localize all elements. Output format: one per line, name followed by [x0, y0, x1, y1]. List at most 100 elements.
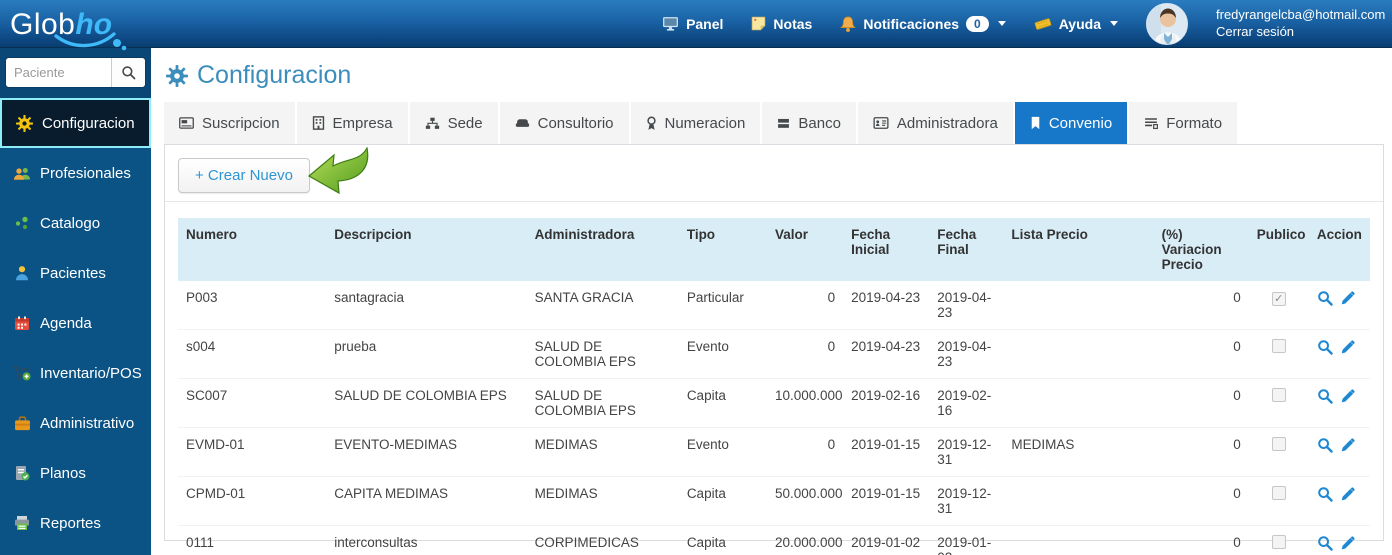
cell-valor: 0 — [766, 427, 844, 477]
publico-checkbox[interactable]: ✓ — [1271, 292, 1286, 306]
sidebar-item-pacientes[interactable]: Pacientes — [0, 248, 151, 298]
cell-valor: 10.000.000 — [766, 378, 844, 428]
sidebar-item-label: Agenda — [40, 314, 92, 332]
sidebar-item-administrativo[interactable]: Administrativo — [0, 398, 151, 448]
cell-fecha-inicial: 2019-01-02 — [843, 525, 930, 555]
tab-formato[interactable]: Formato — [1129, 102, 1238, 144]
monitor-icon — [662, 16, 679, 31]
nav-ayuda-label: Ayuda — [1058, 15, 1101, 32]
view-button[interactable] — [1317, 290, 1333, 306]
table-header-row: Numero Descripcion Administradora Tipo Valor… — [178, 218, 1370, 281]
cell-administradora: SANTA GRACIA — [526, 281, 679, 330]
table-row: CPMD-01 CAPITA MEDIMAS MEDIMAS Capita 50.000… — [178, 476, 1370, 526]
cell-lista-precio: MEDIMAS — [1003, 427, 1154, 477]
cell-fecha-inicial: 2019-04-23 — [843, 329, 930, 379]
column-header-accion: Accion — [1308, 218, 1370, 281]
publico-checkbox[interactable] — [1271, 339, 1286, 353]
tab-label: Formato — [1166, 114, 1223, 132]
cell-lista-precio — [1003, 378, 1154, 428]
sidebar-item-profesionales[interactable]: Profesionales — [0, 148, 151, 198]
cell-valor: 50.000.000 — [766, 476, 844, 526]
patient-icon — [13, 265, 31, 281]
cell-fecha-final: 2019-12-31 — [929, 427, 1004, 477]
tab-consultorio[interactable]: Consultorio — [499, 102, 629, 144]
nav-panel[interactable]: Panel — [662, 16, 723, 32]
sidebar-item-planos[interactable]: Planos — [0, 448, 151, 498]
tab-administradora[interactable]: Administradora — [857, 102, 1013, 144]
publico-checkbox[interactable] — [1271, 437, 1286, 451]
tab-numeracion[interactable]: Numeracion — [630, 102, 761, 144]
publico-checkbox[interactable] — [1271, 388, 1286, 402]
nav-ayuda[interactable]: Ayuda — [1034, 16, 1118, 32]
cell-administradora: MEDIMAS — [526, 476, 679, 526]
briefcase-icon — [13, 415, 31, 431]
cell-lista-precio — [1003, 329, 1154, 379]
patient-search-input[interactable] — [6, 58, 111, 87]
edit-button[interactable] — [1340, 339, 1355, 355]
cell-valor: 0 — [766, 329, 844, 379]
sidebar-item-configuracion[interactable]: Configuracion — [0, 98, 151, 148]
view-button[interactable] — [1317, 339, 1333, 355]
sidebar-item-label: Profesionales — [40, 164, 131, 182]
view-button[interactable] — [1317, 388, 1333, 404]
column-header-administradora: Administradora — [526, 218, 679, 281]
column-header-publico: Publico — [1248, 218, 1309, 281]
tab-banco[interactable]: Banco — [762, 102, 856, 144]
cell-numero: 0111 — [178, 525, 327, 555]
user-avatar[interactable] — [1146, 2, 1188, 45]
cell-accion — [1308, 427, 1370, 477]
tab-suscripcion[interactable]: Suscripcion — [164, 102, 295, 144]
cell-accion — [1308, 525, 1370, 555]
cell-valor: 20.000.000 — [766, 525, 844, 555]
cell-administradora: SALUD DE COLOMBIA EPS — [526, 378, 679, 428]
sitemap-icon — [425, 117, 440, 130]
cell-tipo: Capita — [678, 476, 767, 526]
convenio-table-wrap: Numero Descripcion Administradora Tipo Valor… — [165, 202, 1383, 555]
view-button[interactable] — [1317, 437, 1333, 453]
cell-variacion-precio: 0 — [1153, 476, 1249, 526]
cell-accion — [1308, 329, 1370, 379]
edit-button[interactable] — [1340, 486, 1355, 502]
tab-convenio[interactable]: Convenio — [1009, 102, 1128, 152]
cell-descripcion: prueba — [326, 329, 527, 379]
edit-button[interactable] — [1340, 290, 1355, 306]
search-button[interactable] — [111, 58, 145, 87]
column-header-descripcion: Descripcion — [326, 218, 527, 281]
cell-publico — [1248, 378, 1309, 428]
view-button[interactable] — [1317, 486, 1333, 502]
cell-descripcion: EVENTO-MEDIMAS — [326, 427, 527, 477]
page-title-text: Configuracion — [197, 61, 352, 89]
tab-sede[interactable]: Sede — [409, 102, 498, 144]
sidebar-item-inventario-pos[interactable]: Inventario/POS — [0, 348, 151, 398]
sidebar-item-agenda[interactable]: Agenda — [0, 298, 151, 348]
column-header-fecha-inicial: Fecha Inicial — [843, 218, 930, 281]
edit-button[interactable] — [1340, 437, 1355, 453]
calendar-icon — [13, 315, 31, 331]
card-icon — [179, 117, 194, 129]
nav-notas[interactable]: Notas — [751, 16, 812, 32]
sidebar-item-catalogo[interactable]: Catalogo — [0, 198, 151, 248]
app-logo: Glob ho — [0, 6, 240, 50]
create-new-button[interactable]: + Crear Nuevo — [178, 158, 310, 193]
cell-valor: 0 — [766, 281, 844, 330]
tab-empresa[interactable]: Empresa — [296, 102, 408, 144]
cell-fecha-inicial: 2019-04-23 — [843, 281, 930, 330]
sidebar-item-label: Planos — [40, 464, 86, 482]
publico-checkbox[interactable] — [1271, 486, 1286, 500]
edit-button[interactable] — [1340, 535, 1355, 551]
edit-button[interactable] — [1340, 388, 1355, 404]
table-row: EVMD-01 EVENTO-MEDIMAS MEDIMAS Evento 0 2019-… — [178, 427, 1370, 477]
idcard-icon — [873, 117, 889, 129]
config-tabs: Suscripcion Empresa Sede Consultorio Numerac… — [164, 102, 1384, 152]
cell-numero: SC007 — [178, 378, 327, 428]
nav-notificaciones-label: Notificaciones — [863, 15, 960, 32]
view-button[interactable] — [1317, 535, 1333, 551]
nav-notas-label: Notas — [773, 15, 813, 32]
sidebar-item-reportes[interactable]: Reportes — [0, 498, 151, 548]
nav-notificaciones[interactable]: Notificaciones 0 — [840, 15, 1006, 32]
format-icon — [1144, 117, 1159, 130]
cell-descripcion: SALUD DE COLOMBIA EPS — [326, 378, 527, 428]
logout-link[interactable]: Cerrar sesión — [1216, 24, 1392, 41]
publico-checkbox[interactable] — [1271, 535, 1286, 549]
table-row: 0111 interconsultas CORPIMEDICAS Capita 20.0… — [178, 525, 1370, 555]
